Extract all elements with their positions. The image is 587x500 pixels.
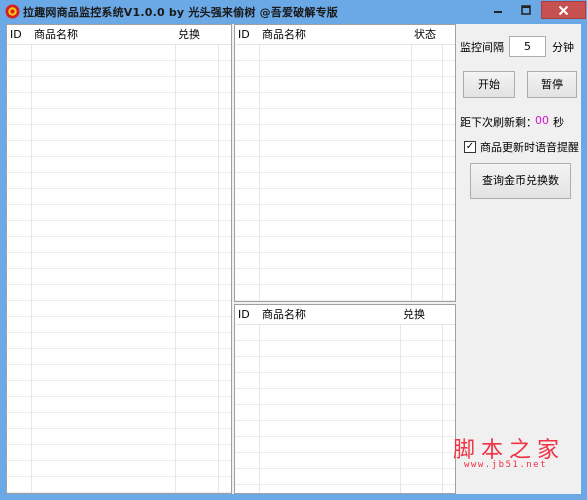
grid-rows <box>235 45 455 301</box>
control-panel: 监控间隔 5 分钟 开始 暂停 距下次刷新剩： 00 秒 ✓ 商品更新时语音提醒… <box>458 24 581 494</box>
exchange-list-grid[interactable]: ID 商品名称 兑换 <box>234 304 456 494</box>
title-bar[interactable]: 拉趣网商品监控系统V1.0.0 by 光头强来偷树 @吾爱破解专版 <box>0 0 587 24</box>
countdown-label: 距下次刷新剩： <box>460 116 537 129</box>
close-icon <box>558 5 569 15</box>
column-header-exchange[interactable]: 兑换 <box>175 25 218 45</box>
app-window: 拉趣网商品监控系统V1.0.0 by 光头强来偷树 @吾爱破解专版 ID 商品名… <box>0 0 587 500</box>
column-header-exchange[interactable]: 兑换 <box>400 305 442 325</box>
column-header-id[interactable]: ID <box>235 25 259 45</box>
maximize-icon <box>521 5 531 15</box>
column-header-name[interactable]: 商品名称 <box>259 25 411 45</box>
grid-header: ID 商品名称 兑换 <box>7 25 231 45</box>
pause-button[interactable]: 暂停 <box>527 71 577 98</box>
interval-unit-label: 分钟 <box>552 41 574 54</box>
column-header-status[interactable]: 状态 <box>411 25 442 45</box>
close-button[interactable] <box>541 1 586 19</box>
column-header-id[interactable]: ID <box>7 25 31 45</box>
grid-rows <box>235 325 455 493</box>
product-list-grid[interactable]: ID 商品名称 兑换 <box>6 24 232 494</box>
app-emblem-icon <box>5 4 20 19</box>
maximize-button[interactable] <box>512 1 540 19</box>
interval-input[interactable]: 5 <box>509 36 546 57</box>
countdown-unit-label: 秒 <box>553 116 564 129</box>
column-header-name[interactable]: 商品名称 <box>259 305 400 325</box>
client-area: ID 商品名称 兑换 ID 商品名称 状态 ID 商品名称 兑换 监控间隔 5 … <box>6 24 581 494</box>
countdown-value: 00 <box>535 114 549 127</box>
voice-alert-label[interactable]: 商品更新时语音提醒 <box>480 139 579 155</box>
start-button[interactable]: 开始 <box>463 71 515 98</box>
grid-header: ID 商品名称 兑换 <box>235 305 455 325</box>
interval-label: 监控间隔 <box>460 41 504 54</box>
grid-rows <box>7 45 231 493</box>
minimize-icon <box>493 11 502 13</box>
column-header-name[interactable]: 商品名称 <box>31 25 175 45</box>
window-title: 拉趣网商品监控系统V1.0.0 by 光头强来偷树 @吾爱破解专版 <box>23 6 338 19</box>
voice-alert-checkbox[interactable]: ✓ <box>464 141 476 153</box>
minimize-button[interactable] <box>484 1 511 19</box>
query-coin-exchange-button[interactable]: 查询金币兑换数 <box>470 163 571 199</box>
status-list-grid[interactable]: ID 商品名称 状态 <box>234 24 456 302</box>
column-header-id[interactable]: ID <box>235 305 259 325</box>
grid-header: ID 商品名称 状态 <box>235 25 455 45</box>
